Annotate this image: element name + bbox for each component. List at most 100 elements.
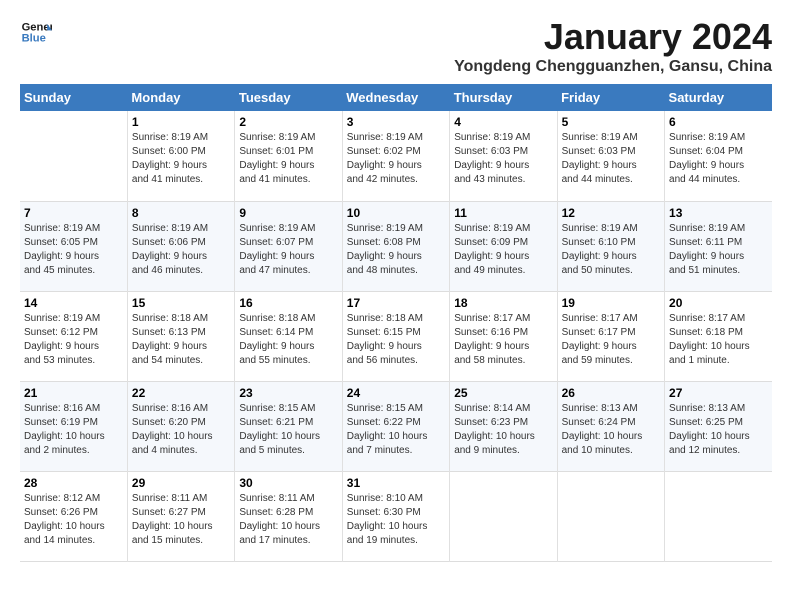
- day-number: 28: [24, 476, 123, 490]
- day-number: 26: [562, 386, 660, 400]
- header-cell-saturday: Saturday: [665, 84, 772, 111]
- day-number: 2: [239, 115, 337, 129]
- day-info: Sunrise: 8:12 AM Sunset: 6:26 PM Dayligh…: [24, 492, 123, 548]
- day-number: 21: [24, 386, 123, 400]
- subtitle: Yongdeng Chengguanzhen, Gansu, China: [454, 58, 772, 76]
- day-info: Sunrise: 8:19 AM Sunset: 6:03 PM Dayligh…: [562, 131, 660, 187]
- day-number: 18: [454, 296, 552, 310]
- day-number: 12: [562, 206, 660, 220]
- day-number: 29: [132, 476, 230, 490]
- calendar-cell: 8Sunrise: 8:19 AM Sunset: 6:06 PM Daylig…: [127, 201, 234, 291]
- header-cell-wednesday: Wednesday: [342, 84, 449, 111]
- header-cell-thursday: Thursday: [450, 84, 557, 111]
- day-info: Sunrise: 8:19 AM Sunset: 6:12 PM Dayligh…: [24, 312, 123, 368]
- day-number: 6: [669, 115, 768, 129]
- day-info: Sunrise: 8:19 AM Sunset: 6:04 PM Dayligh…: [669, 131, 768, 187]
- day-number: 1: [132, 115, 230, 129]
- calendar-cell: 7 Sunrise: 8:19 AM Sunset: 6:05 PM Daylig…: [20, 201, 127, 291]
- day-number: 30: [239, 476, 337, 490]
- day-info: Sunrise: 8:10 AM Sunset: 6:30 PM Dayligh…: [347, 492, 445, 548]
- day-number: 22: [132, 386, 230, 400]
- week-row-1: 7 Sunrise: 8:19 AM Sunset: 6:05 PM Daylig…: [20, 201, 772, 291]
- day-info: Sunrise: 8:15 AM Sunset: 6:22 PM Dayligh…: [347, 402, 445, 458]
- day-number: 25: [454, 386, 552, 400]
- day-number: 27: [669, 386, 768, 400]
- calendar-cell: [557, 471, 664, 561]
- day-info: Sunrise: 8:19 AM Sunset: 6:07 PM Dayligh…: [239, 222, 337, 278]
- calendar-header: SundayMondayTuesdayWednesdayThursdayFrid…: [20, 84, 772, 111]
- day-info: Sunrise: 8:13 AM Sunset: 6:24 PM Dayligh…: [562, 402, 660, 458]
- day-info: Sunrise: 8:17 AM Sunset: 6:16 PM Dayligh…: [454, 312, 552, 368]
- day-info: Sunrise: 8:18 AM Sunset: 6:15 PM Dayligh…: [347, 312, 445, 368]
- calendar-cell: 1 Sunrise: 8:19 AM Sunset: 6:00 PM Daylig…: [127, 111, 234, 201]
- title-area: January 2024 Yongdeng Chengguanzhen, Gan…: [454, 16, 772, 76]
- header-row: SundayMondayTuesdayWednesdayThursdayFrid…: [20, 84, 772, 111]
- day-info: Sunrise: 8:13 AM Sunset: 6:25 PM Dayligh…: [669, 402, 768, 458]
- calendar-cell: 2 Sunrise: 8:19 AM Sunset: 6:01 PM Daylig…: [235, 111, 342, 201]
- week-row-4: 28 Sunrise: 8:12 AM Sunset: 6:26 PM Dayli…: [20, 471, 772, 561]
- day-info: Sunrise: 8:19 AM Sunset: 6:10 PM Dayligh…: [562, 222, 660, 278]
- day-number: 5: [562, 115, 660, 129]
- calendar-cell: 19Sunrise: 8:17 AM Sunset: 6:17 PM Dayli…: [557, 291, 664, 381]
- header-cell-sunday: Sunday: [20, 84, 127, 111]
- logo-icon: General Blue: [20, 16, 52, 48]
- day-number: 20: [669, 296, 768, 310]
- day-info: Sunrise: 8:11 AM Sunset: 6:28 PM Dayligh…: [239, 492, 337, 548]
- calendar-cell: 14Sunrise: 8:19 AM Sunset: 6:12 PM Dayli…: [20, 291, 127, 381]
- calendar-cell: 29 Sunrise: 8:11 AM Sunset: 6:27 PM Dayli…: [127, 471, 234, 561]
- calendar-cell: [665, 471, 772, 561]
- calendar-cell: 26 Sunrise: 8:13 AM Sunset: 6:24 PM Dayli…: [557, 381, 664, 471]
- calendar-cell: 9 Sunrise: 8:19 AM Sunset: 6:07 PM Daylig…: [235, 201, 342, 291]
- calendar-cell: 28 Sunrise: 8:12 AM Sunset: 6:26 PM Dayli…: [20, 471, 127, 561]
- day-info: Sunrise: 8:19 AM Sunset: 6:00 PM Dayligh…: [132, 131, 230, 187]
- calendar-cell: 3Sunrise: 8:19 AM Sunset: 6:02 PM Daylig…: [342, 111, 449, 201]
- logo: General Blue: [20, 16, 52, 48]
- calendar-cell: 30 Sunrise: 8:11 AM Sunset: 6:28 PM Dayli…: [235, 471, 342, 561]
- day-number: 13: [669, 206, 768, 220]
- calendar-body: 1 Sunrise: 8:19 AM Sunset: 6:00 PM Daylig…: [20, 111, 772, 561]
- day-info: Sunrise: 8:16 AM Sunset: 6:19 PM Dayligh…: [24, 402, 123, 458]
- day-number: 10: [347, 206, 445, 220]
- calendar-cell: 20 Sunrise: 8:17 AM Sunset: 6:18 PM Dayli…: [665, 291, 772, 381]
- calendar-cell: 13Sunrise: 8:19 AM Sunset: 6:11 PM Dayli…: [665, 201, 772, 291]
- day-info: Sunrise: 8:15 AM Sunset: 6:21 PM Dayligh…: [239, 402, 337, 458]
- header: General Blue January 2024 Yongdeng Cheng…: [20, 16, 772, 76]
- day-number: 15: [132, 296, 230, 310]
- calendar-cell: [20, 111, 127, 201]
- day-info: Sunrise: 8:19 AM Sunset: 6:01 PM Dayligh…: [239, 131, 337, 187]
- calendar-cell: 6 Sunrise: 8:19 AM Sunset: 6:04 PM Daylig…: [665, 111, 772, 201]
- calendar-table: SundayMondayTuesdayWednesdayThursdayFrid…: [20, 84, 772, 562]
- day-number: 31: [347, 476, 445, 490]
- day-number: 11: [454, 206, 552, 220]
- calendar-cell: 21 Sunrise: 8:16 AM Sunset: 6:19 PM Dayli…: [20, 381, 127, 471]
- day-info: Sunrise: 8:11 AM Sunset: 6:27 PM Dayligh…: [132, 492, 230, 548]
- calendar-cell: 23Sunrise: 8:15 AM Sunset: 6:21 PM Dayli…: [235, 381, 342, 471]
- day-info: Sunrise: 8:18 AM Sunset: 6:13 PM Dayligh…: [132, 312, 230, 368]
- day-info: Sunrise: 8:19 AM Sunset: 6:05 PM Dayligh…: [24, 222, 123, 278]
- svg-text:Blue: Blue: [22, 33, 46, 45]
- day-number: 16: [239, 296, 337, 310]
- calendar-cell: 12 Sunrise: 8:19 AM Sunset: 6:10 PM Dayli…: [557, 201, 664, 291]
- calendar-cell: 15 Sunrise: 8:18 AM Sunset: 6:13 PM Dayli…: [127, 291, 234, 381]
- calendar-cell: [450, 471, 557, 561]
- day-info: Sunrise: 8:16 AM Sunset: 6:20 PM Dayligh…: [132, 402, 230, 458]
- day-info: Sunrise: 8:18 AM Sunset: 6:14 PM Dayligh…: [239, 312, 337, 368]
- day-number: 9: [239, 206, 337, 220]
- header-cell-friday: Friday: [557, 84, 664, 111]
- calendar-cell: 31 Sunrise: 8:10 AM Sunset: 6:30 PM Dayli…: [342, 471, 449, 561]
- day-number: 4: [454, 115, 552, 129]
- page-title: January 2024: [454, 16, 772, 58]
- day-info: Sunrise: 8:19 AM Sunset: 6:02 PM Dayligh…: [347, 131, 445, 187]
- day-number: 24: [347, 386, 445, 400]
- header-cell-monday: Monday: [127, 84, 234, 111]
- day-info: Sunrise: 8:17 AM Sunset: 6:18 PM Dayligh…: [669, 312, 768, 368]
- calendar-cell: 16 Sunrise: 8:18 AM Sunset: 6:14 PM Dayli…: [235, 291, 342, 381]
- calendar-cell: 27 Sunrise: 8:13 AM Sunset: 6:25 PM Dayli…: [665, 381, 772, 471]
- calendar-cell: 24 Sunrise: 8:15 AM Sunset: 6:22 PM Dayli…: [342, 381, 449, 471]
- day-number: 7: [24, 206, 123, 220]
- day-info: Sunrise: 8:14 AM Sunset: 6:23 PM Dayligh…: [454, 402, 552, 458]
- day-number: 19: [562, 296, 660, 310]
- calendar-cell: 25 Sunrise: 8:14 AM Sunset: 6:23 PM Dayli…: [450, 381, 557, 471]
- header-cell-tuesday: Tuesday: [235, 84, 342, 111]
- day-info: Sunrise: 8:19 AM Sunset: 6:03 PM Dayligh…: [454, 131, 552, 187]
